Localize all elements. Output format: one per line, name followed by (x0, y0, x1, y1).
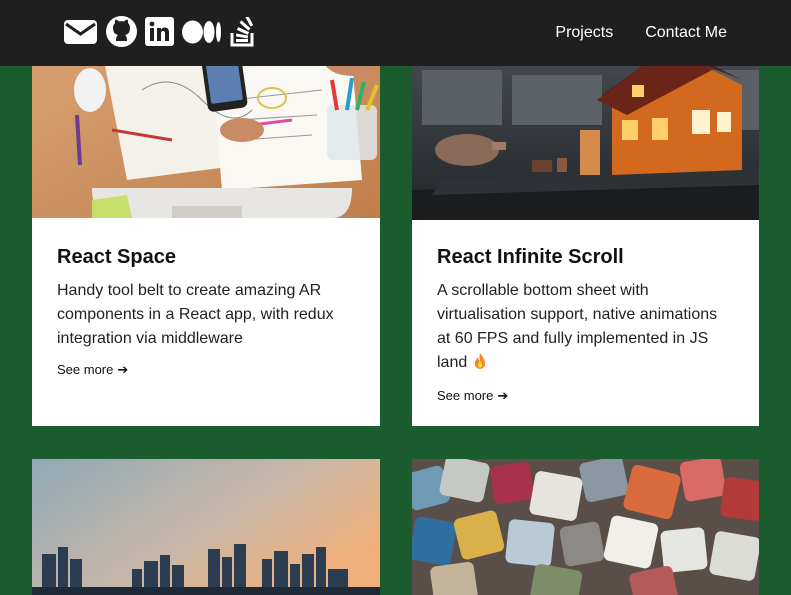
project-card-react-infinite-scroll: React Infinite Scroll A scrollable botto… (412, 30, 759, 426)
linkedin-icon[interactable] (145, 17, 174, 46)
card-description: Handy tool belt to create amazing AR com… (57, 282, 334, 347)
navbar: Projects Contact Me (0, 0, 791, 66)
card-body: React Infinite Scroll A scrollable botto… (437, 246, 734, 405)
card-body: React Space Handy tool belt to create am… (57, 246, 355, 379)
nav-link-projects[interactable]: Projects (555, 24, 613, 42)
stackoverflow-icon[interactable] (230, 16, 256, 47)
city-skyline-photo (32, 459, 380, 595)
see-more-label: See more (437, 388, 494, 403)
card-description: A scrollable bottom sheet with virtualis… (437, 279, 734, 377)
project-card-city (32, 459, 380, 595)
arrow-right-icon: ➔ (117, 361, 129, 377)
see-more-link[interactable]: See more ➔ (437, 388, 508, 404)
github-icon[interactable] (106, 16, 137, 47)
medium-icon[interactable] (182, 19, 222, 45)
nav-links: Projects Contact Me (523, 0, 727, 66)
project-card-react-space: React Space Handy tool belt to create am… (32, 30, 380, 426)
fire-emoji-icon (473, 353, 487, 377)
see-more-link[interactable]: See more ➔ (57, 362, 128, 378)
card-title: React Infinite Scroll (437, 246, 624, 268)
see-more-label: See more (57, 362, 114, 377)
card-title: React Space (57, 246, 176, 268)
envelope-icon[interactable] (64, 18, 98, 46)
arrow-right-icon: ➔ (497, 387, 509, 403)
colorful-stones-photo (412, 459, 759, 595)
project-card-stones (412, 459, 759, 595)
nav-link-contact[interactable]: Contact Me (645, 24, 727, 42)
social-links (64, 16, 264, 47)
